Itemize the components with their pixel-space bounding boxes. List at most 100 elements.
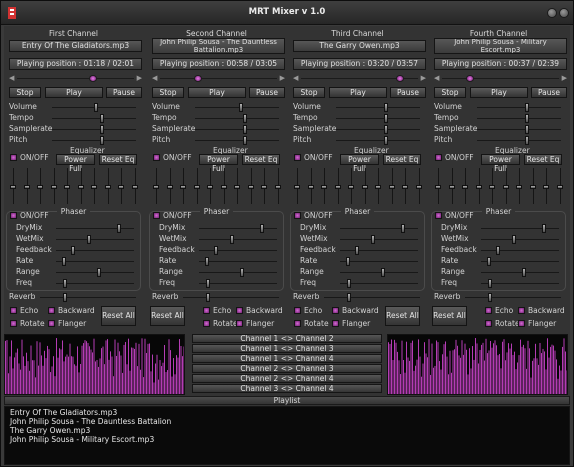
seek-left-arrow-icon[interactable]: ◀ bbox=[9, 74, 14, 82]
tempo-slider[interactable] bbox=[243, 114, 247, 123]
power-full-button[interactable]: Power Full bbox=[56, 154, 95, 173]
playlist[interactable]: Entry Of The Gladiators.mp3 John Philip S… bbox=[4, 406, 570, 465]
eq-band-slider[interactable] bbox=[375, 184, 381, 189]
seek-right-arrow-icon[interactable]: ▶ bbox=[280, 74, 285, 82]
eq-band-slider[interactable] bbox=[307, 184, 314, 189]
wetmix-slider[interactable] bbox=[87, 235, 92, 244]
wetmix-slider[interactable] bbox=[230, 235, 235, 244]
crossfade-button[interactable]: Channel 1 <> Channel 2 bbox=[192, 334, 382, 343]
eq-band-slider[interactable] bbox=[543, 184, 549, 189]
seek-thumb[interactable] bbox=[466, 75, 475, 82]
eq-band-slider[interactable] bbox=[104, 184, 111, 189]
eq-band-slider[interactable] bbox=[10, 184, 16, 189]
range-slider[interactable] bbox=[239, 268, 244, 277]
seek-thumb[interactable] bbox=[88, 75, 97, 82]
pitch-slider[interactable] bbox=[384, 136, 388, 145]
minimize-button[interactable] bbox=[547, 8, 557, 18]
eq-band-slider[interactable] bbox=[193, 184, 200, 189]
crossfade-button[interactable]: Channel 1 <> Channel 4 bbox=[192, 354, 382, 363]
pitch-slider[interactable] bbox=[100, 136, 104, 145]
eq-band-slider[interactable] bbox=[529, 184, 536, 189]
reset-all-button[interactable]: Reset All bbox=[432, 306, 467, 326]
crossfade-button[interactable]: Channel 2 <> Channel 4 bbox=[192, 374, 382, 383]
feedback-slider[interactable] bbox=[495, 246, 500, 255]
seek-right-arrow-icon[interactable]: ▶ bbox=[137, 74, 142, 82]
range-slider[interactable] bbox=[380, 268, 385, 277]
backward-checkbox[interactable] bbox=[236, 307, 243, 314]
flanger-checkbox[interactable] bbox=[236, 320, 243, 327]
phaser-onoff-checkbox[interactable] bbox=[294, 212, 301, 219]
backward-checkbox[interactable] bbox=[518, 307, 525, 314]
reset-eq-button[interactable]: Reset Eq bbox=[383, 154, 421, 165]
flanger-checkbox[interactable] bbox=[48, 320, 55, 327]
drymix-slider[interactable] bbox=[400, 224, 405, 233]
seek-left-arrow-icon[interactable]: ◀ bbox=[434, 74, 439, 82]
eq-band-slider[interactable] bbox=[64, 184, 70, 189]
eq-band-slider[interactable] bbox=[448, 184, 455, 189]
eq-band-slider[interactable] bbox=[77, 184, 84, 189]
seek-slider[interactable]: ◀ ▶ bbox=[293, 74, 426, 83]
freq-slider[interactable] bbox=[347, 279, 352, 288]
play-button[interactable]: Play bbox=[45, 87, 103, 98]
samplerate-slider[interactable] bbox=[243, 125, 247, 134]
eq-band-slider[interactable] bbox=[388, 184, 395, 189]
rotate-checkbox[interactable] bbox=[485, 320, 492, 327]
freq-slider[interactable] bbox=[488, 279, 493, 288]
feedback-slider[interactable] bbox=[70, 246, 75, 255]
eq-band-slider[interactable] bbox=[502, 184, 509, 189]
eq-band-slider[interactable] bbox=[415, 184, 422, 189]
eq-band-slider[interactable] bbox=[402, 184, 408, 189]
wetmix-slider[interactable] bbox=[512, 235, 517, 244]
crossfade-button[interactable]: Channel 1 <> Channel 3 bbox=[192, 344, 382, 353]
reverb-slider[interactable] bbox=[206, 293, 210, 302]
eq-band-slider[interactable] bbox=[361, 184, 368, 189]
rotate-checkbox[interactable] bbox=[10, 320, 17, 327]
flanger-checkbox[interactable] bbox=[518, 320, 525, 327]
eq-band-slider[interactable] bbox=[23, 184, 30, 189]
reset-all-button[interactable]: Reset All bbox=[101, 306, 136, 326]
eq-band-slider[interactable] bbox=[321, 184, 327, 189]
reset-all-button[interactable]: Reset All bbox=[385, 306, 420, 326]
eq-band-slider[interactable] bbox=[247, 184, 254, 189]
reset-eq-button[interactable]: Reset Eq bbox=[99, 154, 137, 165]
stop-button[interactable]: Stop bbox=[293, 87, 325, 98]
pause-button[interactable]: Pause bbox=[390, 87, 426, 98]
eq-band-slider[interactable] bbox=[153, 184, 159, 189]
pause-button[interactable]: Pause bbox=[106, 87, 142, 98]
eq-band-slider[interactable] bbox=[261, 184, 267, 189]
pitch-slider[interactable] bbox=[243, 136, 247, 145]
feedback-slider[interactable] bbox=[354, 246, 359, 255]
reverb-slider[interactable] bbox=[488, 293, 492, 302]
power-full-button[interactable]: Power Full bbox=[340, 154, 379, 173]
eq-band-slider[interactable] bbox=[234, 184, 240, 189]
tempo-slider[interactable] bbox=[384, 114, 388, 123]
eq-band-slider[interactable] bbox=[556, 184, 563, 189]
eq-band-slider[interactable] bbox=[435, 184, 441, 189]
rate-slider[interactable] bbox=[61, 257, 66, 266]
pause-button[interactable]: Pause bbox=[531, 87, 567, 98]
rate-slider[interactable] bbox=[345, 257, 350, 266]
rate-slider[interactable] bbox=[204, 257, 209, 266]
play-button[interactable]: Play bbox=[329, 87, 387, 98]
eq-band-slider[interactable] bbox=[220, 184, 227, 189]
tempo-slider[interactable] bbox=[100, 114, 104, 123]
samplerate-slider[interactable] bbox=[100, 125, 104, 134]
volume-slider[interactable] bbox=[384, 103, 388, 112]
eq-onoff-checkbox[interactable] bbox=[10, 154, 17, 161]
volume-slider[interactable] bbox=[525, 103, 529, 112]
eq-onoff-checkbox[interactable] bbox=[294, 154, 301, 161]
power-full-button[interactable]: Power Full bbox=[481, 154, 520, 173]
flanger-checkbox[interactable] bbox=[332, 320, 339, 327]
eq-band-slider[interactable] bbox=[91, 184, 97, 189]
seek-right-arrow-icon[interactable]: ▶ bbox=[421, 74, 426, 82]
phaser-onoff-checkbox[interactable] bbox=[153, 212, 160, 219]
drymix-slider[interactable] bbox=[116, 224, 121, 233]
seek-slider[interactable]: ◀ ▶ bbox=[434, 74, 567, 83]
seek-thumb[interactable] bbox=[193, 75, 202, 82]
phaser-onoff-checkbox[interactable] bbox=[435, 212, 442, 219]
stop-button[interactable]: Stop bbox=[434, 87, 466, 98]
eq-band-slider[interactable] bbox=[50, 184, 57, 189]
echo-checkbox[interactable] bbox=[485, 307, 492, 314]
pitch-slider[interactable] bbox=[525, 136, 529, 145]
title-bar[interactable]: MRT Mixer v 1.0 bbox=[1, 1, 573, 25]
